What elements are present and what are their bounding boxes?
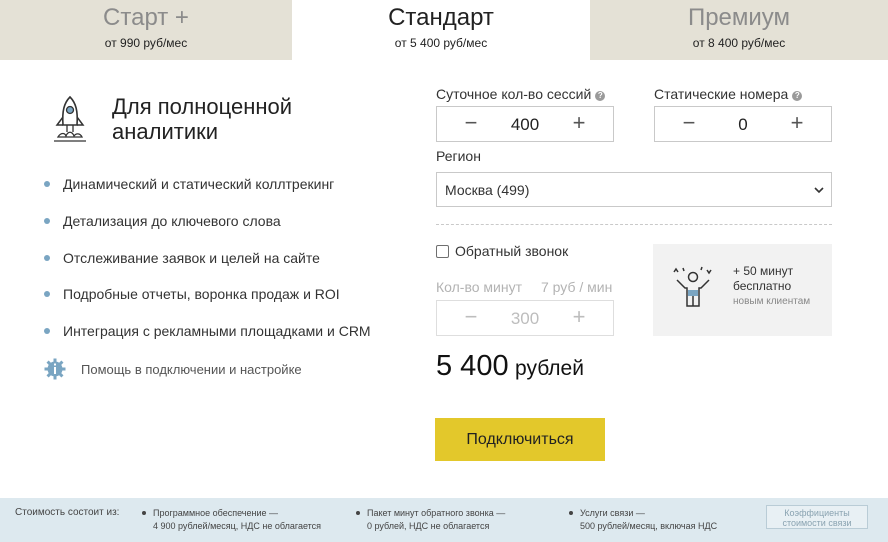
bonus-new-clients: новым клиентам <box>733 296 811 307</box>
bullet-icon <box>142 511 146 515</box>
feature-list: Динамический и статический коллтрекинг Д… <box>44 174 371 358</box>
minutes-label: Кол-во минут <box>436 279 523 295</box>
region-select[interactable]: Москва (499) <box>436 172 832 207</box>
footer-intro: Стоимость состоит из: <box>15 507 120 518</box>
coefficients-button[interactable]: Коэффициенты стоимости связи <box>766 505 868 529</box>
bullet-icon <box>569 511 573 515</box>
callback-checkbox[interactable] <box>436 245 449 258</box>
rocket-icon <box>54 95 86 142</box>
cost-item: Услуги связи — 500 рублей/месяц, включая… <box>569 507 717 533</box>
gear-icon <box>44 358 66 380</box>
help-text: Помощь в подключении и настройке <box>81 362 302 377</box>
total-price: 5 400 рублей <box>436 350 584 383</box>
sessions-increment-button[interactable]: + <box>555 107 603 141</box>
feature-item: Интеграция с рекламными площадками и CRM <box>44 321 371 358</box>
divider <box>436 224 832 225</box>
plan-title: Для полноценной аналитики <box>112 94 293 144</box>
bonus-promo: + 50 минут бесплатно новым клиентам <box>653 244 832 336</box>
static-numbers-label: Статические номера? <box>654 86 803 102</box>
bullet-icon <box>44 291 50 298</box>
tab-title: Стандарт <box>388 4 494 31</box>
static-increment-button[interactable]: + <box>773 107 821 141</box>
bullet-icon <box>44 217 50 224</box>
total-amount: 5 400 <box>436 350 509 382</box>
region-selected-value: Москва (499) <box>445 182 530 198</box>
sessions-stepper: − 400 + <box>436 106 614 142</box>
help-icon[interactable]: ? <box>595 91 606 101</box>
tab-price: от 5 400 руб/мес <box>394 36 488 50</box>
tab-standard[interactable]: Стандарт от 5 400 руб/мес <box>292 0 590 60</box>
bullet-icon <box>44 254 50 261</box>
bullet-icon <box>356 511 360 515</box>
cost-breakdown-footer: Стоимость состоит из: Программное обеспе… <box>0 498 888 542</box>
minutes-decrement-button[interactable]: − <box>447 301 495 335</box>
connect-button[interactable]: Подключиться <box>435 418 605 461</box>
total-currency: рублей <box>515 357 584 380</box>
tab-price: от 8 400 руб/мес <box>692 36 786 50</box>
tab-start-plus[interactable]: Старт + от 990 руб/мес <box>0 0 292 60</box>
sessions-label: Суточное кол-во сессий? <box>436 86 606 102</box>
tab-title: Старт + <box>103 4 189 31</box>
feature-item: Отслеживание заявок и целей на сайте <box>44 248 371 285</box>
minutes-increment-button[interactable]: + <box>555 301 603 335</box>
chevron-down-icon <box>814 187 824 194</box>
cost-item: Программное обеспечение — 4 900 рублей/м… <box>142 507 321 533</box>
region-label: Регион <box>436 148 481 164</box>
tab-title: Премиум <box>687 4 791 31</box>
bullet-icon <box>44 328 50 335</box>
plan-tabs: Старт + от 990 руб/мес Стандарт от 5 400… <box>0 0 888 60</box>
sessions-decrement-button[interactable]: − <box>447 107 495 141</box>
feature-item: Детализация до ключевого слова <box>44 211 371 248</box>
tab-price: от 990 руб/мес <box>104 36 188 50</box>
bonus-minutes: + 50 минут <box>733 264 794 278</box>
cost-item: Пакет минут обратного звонка — 0 рублей,… <box>356 507 505 533</box>
tab-premium[interactable]: Премиум от 8 400 руб/мес <box>590 0 888 60</box>
bonus-free: бесплатно <box>733 279 792 293</box>
feature-item: Динамический и статический коллтрекинг <box>44 174 371 211</box>
bullet-icon <box>44 181 50 187</box>
static-numbers-stepper: − 0 + <box>654 106 832 142</box>
minutes-stepper: − 300 + <box>436 300 614 336</box>
minutes-rate: 7 руб / мин <box>541 279 613 295</box>
help-icon[interactable]: ? <box>792 91 803 101</box>
static-decrement-button[interactable]: − <box>665 107 713 141</box>
feature-item: Подробные отчеты, воронка продаж и ROI <box>44 284 371 321</box>
callback-label[interactable]: Обратный звонок <box>455 243 568 259</box>
happy-person-icon <box>673 266 712 307</box>
